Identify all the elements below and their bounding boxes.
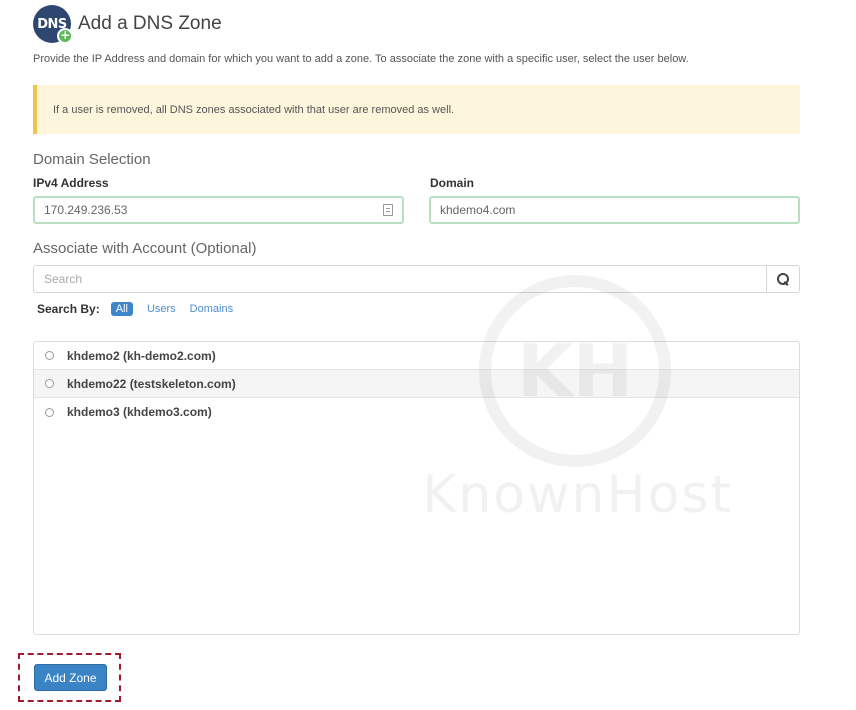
domain-selection-heading: Domain Selection [33,151,151,168]
domain-value: khdemo4.com [440,203,516,217]
search-by-filters: Search By: All Users Domains [37,302,247,316]
search-icon [777,273,789,285]
filter-domains-button[interactable]: Domains [190,303,233,315]
associate-account-heading: Associate with Account (Optional) [33,240,257,257]
account-label: khdemo3 (khdemo3.com) [67,405,212,419]
account-label: khdemo2 (kh-demo2.com) [67,348,216,363]
page-header: DNS + Add a DNS Zone [33,5,222,44]
filter-all-button[interactable]: All [110,302,133,316]
radio-button[interactable] [45,407,54,417]
domain-label: Domain [430,176,475,190]
ipv4-address-value: 170.249.236.53 [44,203,128,217]
account-search-box [33,265,800,293]
search-button[interactable] [766,266,799,292]
ip-list-icon[interactable] [383,204,393,216]
account-list: khdemo2 (kh-demo2.com) khdemo22 (testske… [33,341,800,635]
radio-button[interactable] [45,351,54,360]
warning-text: If a user is removed, all DNS zones asso… [53,103,455,116]
warning-callout: If a user is removed, all DNS zones asso… [33,85,800,134]
dns-zone-icon: DNS + [33,5,73,44]
domain-input[interactable]: khdemo4.com [429,196,800,224]
account-search-input[interactable] [34,266,766,292]
page-description: Provide the IP Address and domain for wh… [33,53,689,65]
account-label: khdemo22 (testskeleton.com) [67,376,236,391]
page-title: Add a DNS Zone [78,13,222,34]
ipv4-address-input[interactable]: 170.249.236.53 [33,196,404,224]
filter-users-button[interactable]: Users [147,303,176,315]
plus-icon: + [57,28,73,44]
list-item[interactable]: khdemo22 (testskeleton.com) [34,370,799,398]
radio-button[interactable] [45,379,54,388]
list-item[interactable]: khdemo2 (kh-demo2.com) [34,342,799,370]
ipv4-address-label: IPv4 Address [33,176,109,190]
list-item[interactable]: khdemo3 (khdemo3.com) [34,398,799,426]
add-zone-button[interactable]: Add Zone [34,664,107,691]
search-by-label: Search By: [37,302,100,316]
